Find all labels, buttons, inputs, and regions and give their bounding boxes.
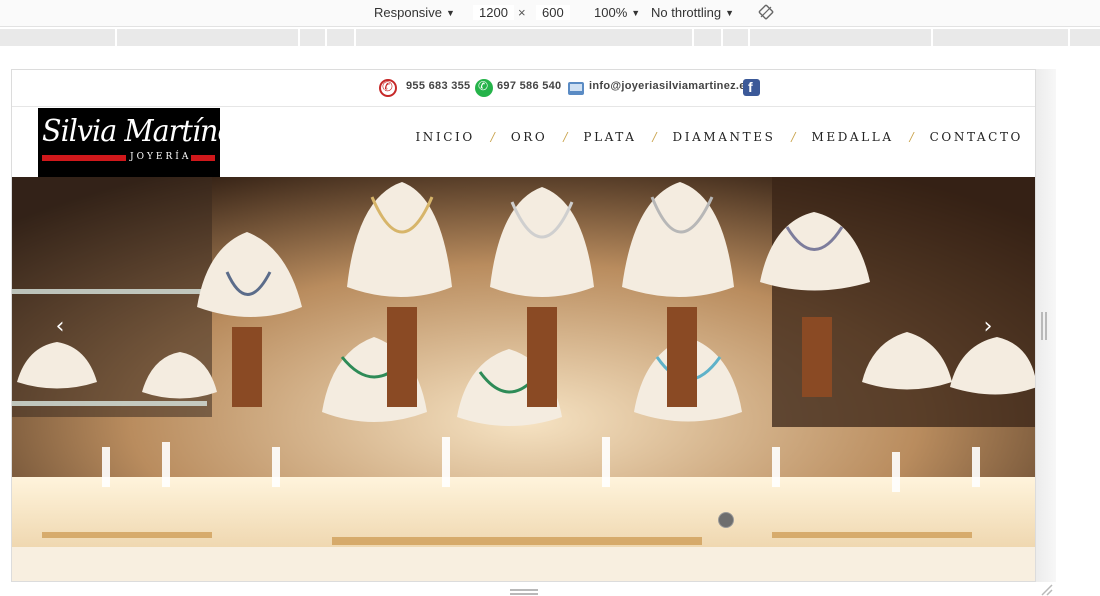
dimension-separator: × <box>518 5 526 20</box>
email-link[interactable]: info@joyeriasilviamartinez.es <box>589 80 752 92</box>
whatsapp-icon <box>475 79 493 97</box>
dropdown-arrow-icon: ▼ <box>725 8 735 18</box>
nav-separator: / <box>791 130 796 144</box>
site-logo[interactable]: Silvia Martínez JOYERÍA <box>38 108 248 177</box>
ruler-segment[interactable] <box>721 29 723 46</box>
devtools-toolbar: Responsive ▼ 1200 × 600 100% ▼ No throttli… <box>0 0 1100 27</box>
nav-item-inicio[interactable]: INICIO <box>415 130 474 144</box>
ruler-segment[interactable] <box>115 29 117 46</box>
nav-separator: / <box>909 130 914 144</box>
logo-red-bar <box>191 155 215 161</box>
phone-link[interactable]: 955 683 355 <box>406 80 470 92</box>
zoom-label: 100% <box>594 5 628 20</box>
rotate-icon[interactable] <box>758 4 774 20</box>
jewelry-showcase-image <box>12 177 1035 581</box>
facebook-icon[interactable] <box>743 79 760 96</box>
viewport-resize-handle-bottom[interactable] <box>510 589 538 595</box>
logo-subtitle: JOYERÍA <box>130 152 192 162</box>
throttling-dropdown[interactable]: No throttling ▼ <box>651 5 734 20</box>
site-header: Silvia Martínez JOYERÍA INICIO / ORO / P… <box>12 107 1035 177</box>
logo-script-text: Silvia Martínez <box>42 114 248 149</box>
nav-item-diamantes[interactable]: DIAMANTES <box>673 130 776 144</box>
zoom-dropdown[interactable]: 100% ▼ <box>594 5 640 20</box>
ruler-segment[interactable] <box>931 29 933 46</box>
slider-dot-active[interactable] <box>718 512 734 528</box>
media-query-ruler[interactable] <box>0 29 1100 46</box>
ruler-segment[interactable] <box>692 29 694 46</box>
nav-item-plata[interactable]: PLATA <box>583 130 636 144</box>
nav-item-medalla[interactable]: MEDALLA <box>811 130 893 144</box>
device-mode-dropdown[interactable]: Responsive ▼ <box>374 5 455 20</box>
whatsapp-link[interactable]: 697 586 540 <box>497 80 561 92</box>
nav-item-oro[interactable]: ORO <box>511 130 548 144</box>
dropdown-arrow-icon: ▼ <box>445 8 455 18</box>
viewport-resize-corner-icon[interactable] <box>1040 584 1054 596</box>
viewport-width-input[interactable]: 1200 <box>473 5 514 20</box>
phone-icon <box>379 79 397 97</box>
dropdown-arrow-icon: ▼ <box>631 8 641 18</box>
ruler-segment[interactable] <box>325 29 327 46</box>
mail-icon <box>568 82 584 95</box>
slider-next-arrow[interactable]: › <box>973 312 1003 342</box>
ruler-segment[interactable] <box>1068 29 1070 46</box>
hero-slider[interactable]: ‹ › <box>12 177 1035 581</box>
nav-separator: / <box>563 130 568 144</box>
ruler-segment[interactable] <box>748 29 750 46</box>
page-viewport: 955 683 355 697 586 540 info@joyeriasilv… <box>11 69 1036 582</box>
throttling-label: No throttling <box>651 5 722 20</box>
slider-prev-arrow[interactable]: ‹ <box>45 312 75 342</box>
nav-separator: / <box>652 130 657 144</box>
viewport-resize-handle-right[interactable] <box>1041 312 1047 340</box>
nav-separator: / <box>490 130 495 144</box>
nav-item-contacto[interactable]: CONTACTO <box>930 130 1023 144</box>
contact-bar: 955 683 355 697 586 540 info@joyeriasilv… <box>12 70 1035 107</box>
viewport-height-input[interactable]: 600 <box>536 5 570 20</box>
ruler-segment[interactable] <box>298 29 300 46</box>
main-nav: INICIO / ORO / PLATA / DIAMANTES / MEDAL… <box>415 127 1035 147</box>
ruler-segment[interactable] <box>354 29 356 46</box>
device-mode-label: Responsive <box>374 5 442 20</box>
logo-red-bar <box>42 155 126 161</box>
